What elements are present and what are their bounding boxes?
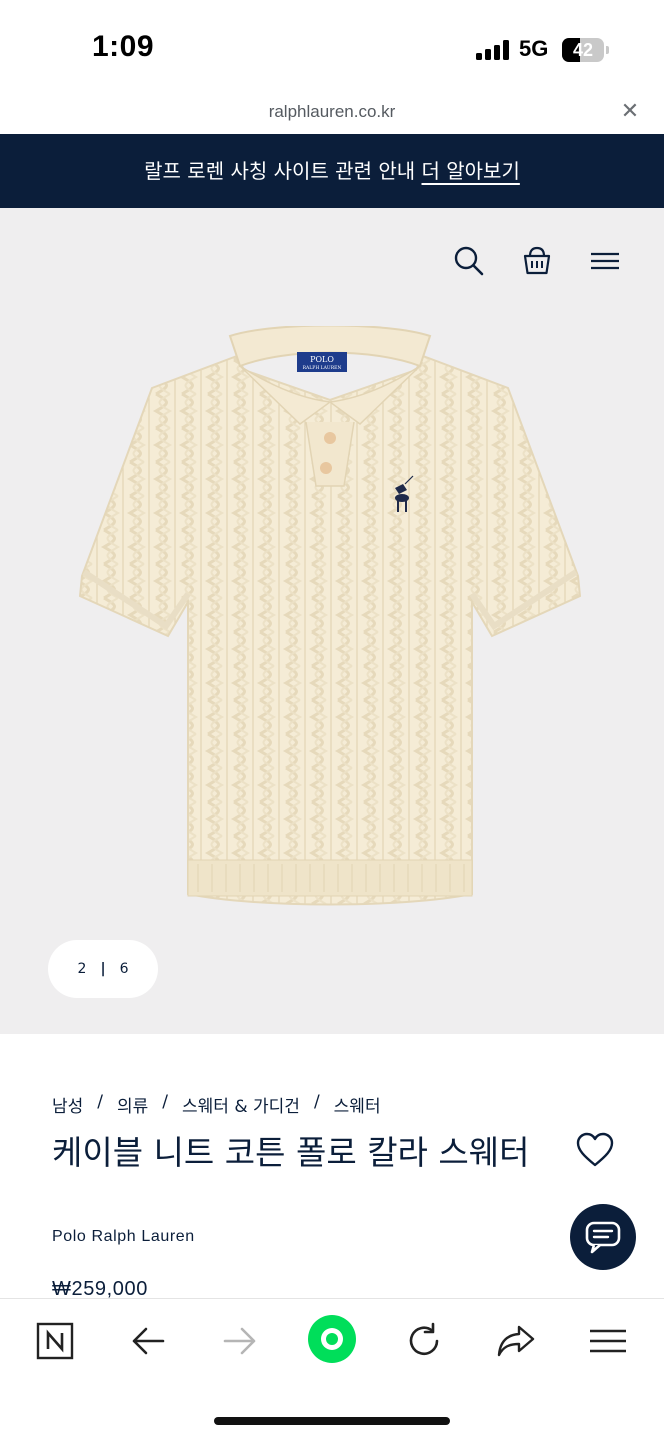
breadcrumb-separator: / — [313, 1092, 320, 1112]
network-type: 5G — [519, 36, 549, 61]
breadcrumb-item[interactable]: 스웨터 — [334, 1092, 381, 1117]
home-indicator — [214, 1417, 450, 1425]
green-dot-icon[interactable] — [304, 1311, 360, 1367]
breadcrumb-separator: / — [97, 1092, 104, 1112]
close-icon[interactable]: ✕ — [618, 100, 642, 124]
browser-toolbar — [0, 1298, 664, 1440]
chat-button[interactable] — [570, 1204, 636, 1270]
banner-link[interactable]: 더 알아보기 — [422, 159, 520, 183]
status-bar: 1:09 5G 42 — [0, 0, 664, 100]
url-bar[interactable]: ralphlauren.co.kr ✕ — [0, 96, 664, 134]
battery-level: 42 — [572, 40, 594, 60]
forward-arrow-icon[interactable] — [216, 1317, 264, 1365]
url-text[interactable]: ralphlauren.co.kr — [0, 102, 664, 122]
breadcrumb-separator: / — [162, 1092, 169, 1112]
naver-home-icon[interactable] — [31, 1317, 79, 1365]
heart-icon[interactable] — [576, 1132, 614, 1168]
product-brand[interactable]: Polo Ralph Lauren — [52, 1228, 195, 1246]
refresh-icon[interactable] — [400, 1317, 448, 1365]
share-icon[interactable] — [492, 1317, 540, 1365]
pager-current: 2 — [77, 961, 87, 977]
search-icon[interactable] — [452, 244, 486, 278]
banner-text: 랄프 로렌 사칭 사이트 관련 안내 — [144, 159, 416, 183]
chat-icon — [585, 1221, 621, 1254]
product-image: POLO RALPH LAUREN — [78, 326, 582, 906]
battery-cap — [606, 46, 609, 54]
image-pager: 2 | 6 — [48, 940, 158, 998]
breadcrumb: 남성 / 의류 / 스웨터 & 가디건 / 스웨터 — [52, 1092, 381, 1117]
status-time: 1:09 — [92, 30, 155, 63]
logo-label-line2: RALPH LAUREN — [303, 365, 342, 371]
pager-total: 6 — [119, 961, 129, 977]
breadcrumb-item[interactable]: 스웨터 & 가디건 — [182, 1092, 300, 1117]
breadcrumb-item[interactable]: 의류 — [117, 1092, 148, 1117]
notice-banner: 랄프 로렌 사칭 사이트 관련 안내 더 알아보기 — [0, 134, 664, 208]
menu-icon[interactable] — [588, 244, 622, 278]
back-arrow-icon[interactable] — [124, 1317, 172, 1365]
pager-separator: | — [100, 961, 106, 977]
shopping-bag-icon[interactable] — [520, 244, 554, 278]
product-title: 케이블 니트 코튼 폴로 칼라 스웨터 — [52, 1133, 530, 1172]
signal-icon — [476, 40, 510, 60]
product-gallery[interactable]: POLO RALPH LAUREN 2 | 6 — [0, 208, 664, 1034]
battery-icon: 42 — [562, 38, 604, 62]
breadcrumb-item[interactable]: 남성 — [52, 1092, 83, 1117]
menu-icon[interactable] — [584, 1317, 632, 1365]
logo-label-line1: POLO — [310, 355, 334, 364]
